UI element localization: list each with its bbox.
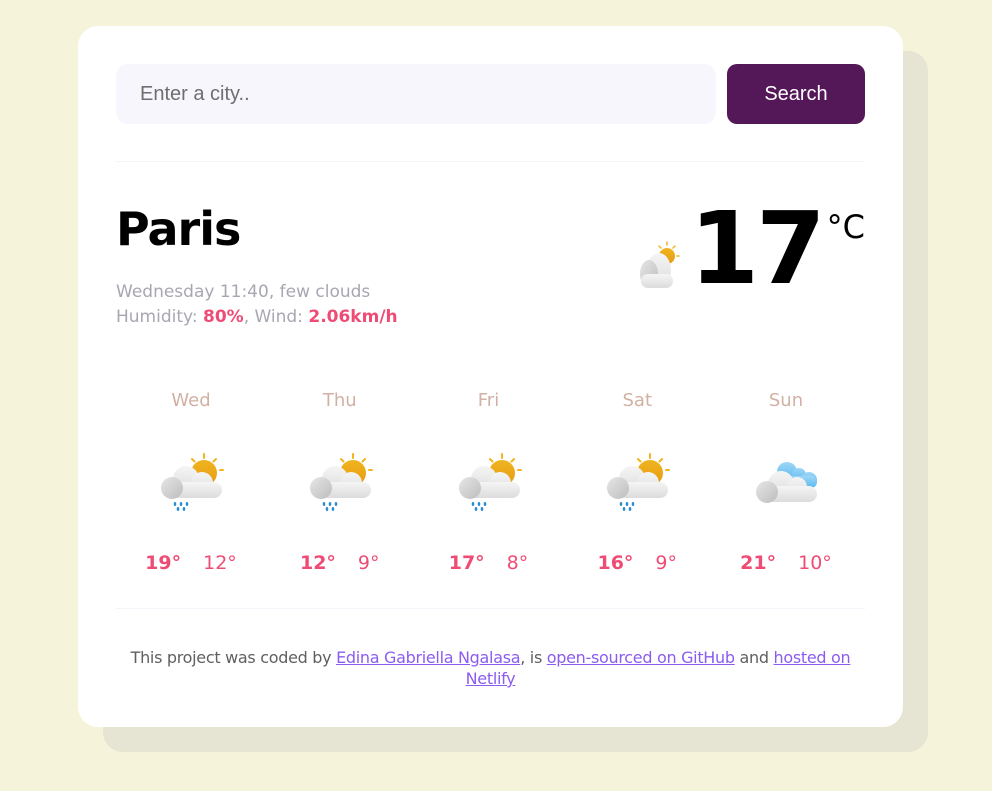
temperature-value: 17 — [689, 190, 825, 307]
forecast-min-temp: 9° — [357, 552, 380, 574]
footer-text: , is — [520, 648, 547, 667]
forecast-day-name: Fri — [477, 390, 500, 411]
temperature-unit: °C — [826, 208, 865, 246]
github-link[interactable]: open-sourced on GitHub — [547, 648, 735, 667]
weather-details: Wednesday 11:40, few clouds Humidity: 80… — [116, 280, 398, 330]
forecast-max-temp: 19° — [145, 552, 182, 574]
search-button[interactable]: Search — [727, 64, 865, 124]
city-search-input[interactable] — [116, 64, 716, 124]
broken-clouds-icon — [751, 452, 821, 516]
forecast-day-name: Sun — [768, 390, 804, 411]
current-weather: Paris Wednesday 11:40, few clouds Humidi… — [116, 162, 865, 362]
forecast-max-temp: 12° — [299, 552, 336, 574]
wind-value: 2.06km/h — [308, 307, 398, 327]
forecast-min-temp: 9° — [655, 552, 678, 574]
forecast-min-temp: 8° — [506, 552, 529, 574]
forecast-day: Wed 19° 12° — [124, 386, 258, 608]
wind-label: , Wind: — [243, 307, 309, 327]
rain-sun-icon — [156, 452, 226, 516]
forecast-min-temp: 12° — [203, 552, 237, 574]
humidity-value: 80% — [202, 307, 244, 327]
forecast-day-name: Sat — [622, 390, 652, 411]
city-name: Paris — [116, 202, 241, 256]
forecast-day: Sat 16° 9° — [570, 386, 704, 608]
forecast-day: Thu 12° 9° — [273, 386, 407, 608]
divider — [116, 608, 865, 609]
forecast-temps: 17° 8° — [422, 552, 556, 574]
forecast-max-temp: 21° — [740, 552, 777, 574]
rain-sun-icon — [454, 452, 524, 516]
forecast-temps: 19° 12° — [124, 552, 258, 574]
forecast: Wed 19° 12° Thu 12° 9° Fri 17° 8° Sat 16° 9° — [116, 362, 865, 608]
footer: This project was coded by Edina Gabriell… — [116, 647, 865, 689]
forecast-day-name: Thu — [322, 390, 357, 411]
forecast-temps: 12° 9° — [273, 552, 407, 574]
rain-sun-icon — [602, 452, 672, 516]
forecast-day-name: Wed — [171, 390, 211, 411]
author-link[interactable]: Edina Gabriella Ngalasa — [336, 648, 520, 667]
search-form: Search — [116, 64, 865, 124]
forecast-temps: 21° 10° — [719, 552, 853, 574]
forecast-day: Fri 17° 8° — [422, 386, 556, 608]
forecast-max-temp: 16° — [597, 552, 634, 574]
humidity-label: Humidity: — [116, 307, 203, 327]
forecast-temps: 16° 9° — [570, 552, 704, 574]
datetime-description: Wednesday 11:40, few clouds — [116, 282, 371, 302]
weather-card: Search Paris Wednesday 11:40, few clouds… — [78, 26, 903, 727]
forecast-day: Sun 21° 10° — [719, 386, 853, 608]
footer-text: This project was coded by — [130, 648, 337, 667]
footer-text: and — [734, 648, 774, 667]
current-temperature: 17 °C — [637, 194, 865, 304]
forecast-min-temp: 10° — [798, 552, 832, 574]
few-clouds-icon — [637, 240, 681, 290]
forecast-max-temp: 17° — [448, 552, 485, 574]
rain-sun-icon — [305, 452, 375, 516]
humidity-wind-line: Humidity: 80%, Wind: 2.06km/h — [116, 305, 398, 330]
